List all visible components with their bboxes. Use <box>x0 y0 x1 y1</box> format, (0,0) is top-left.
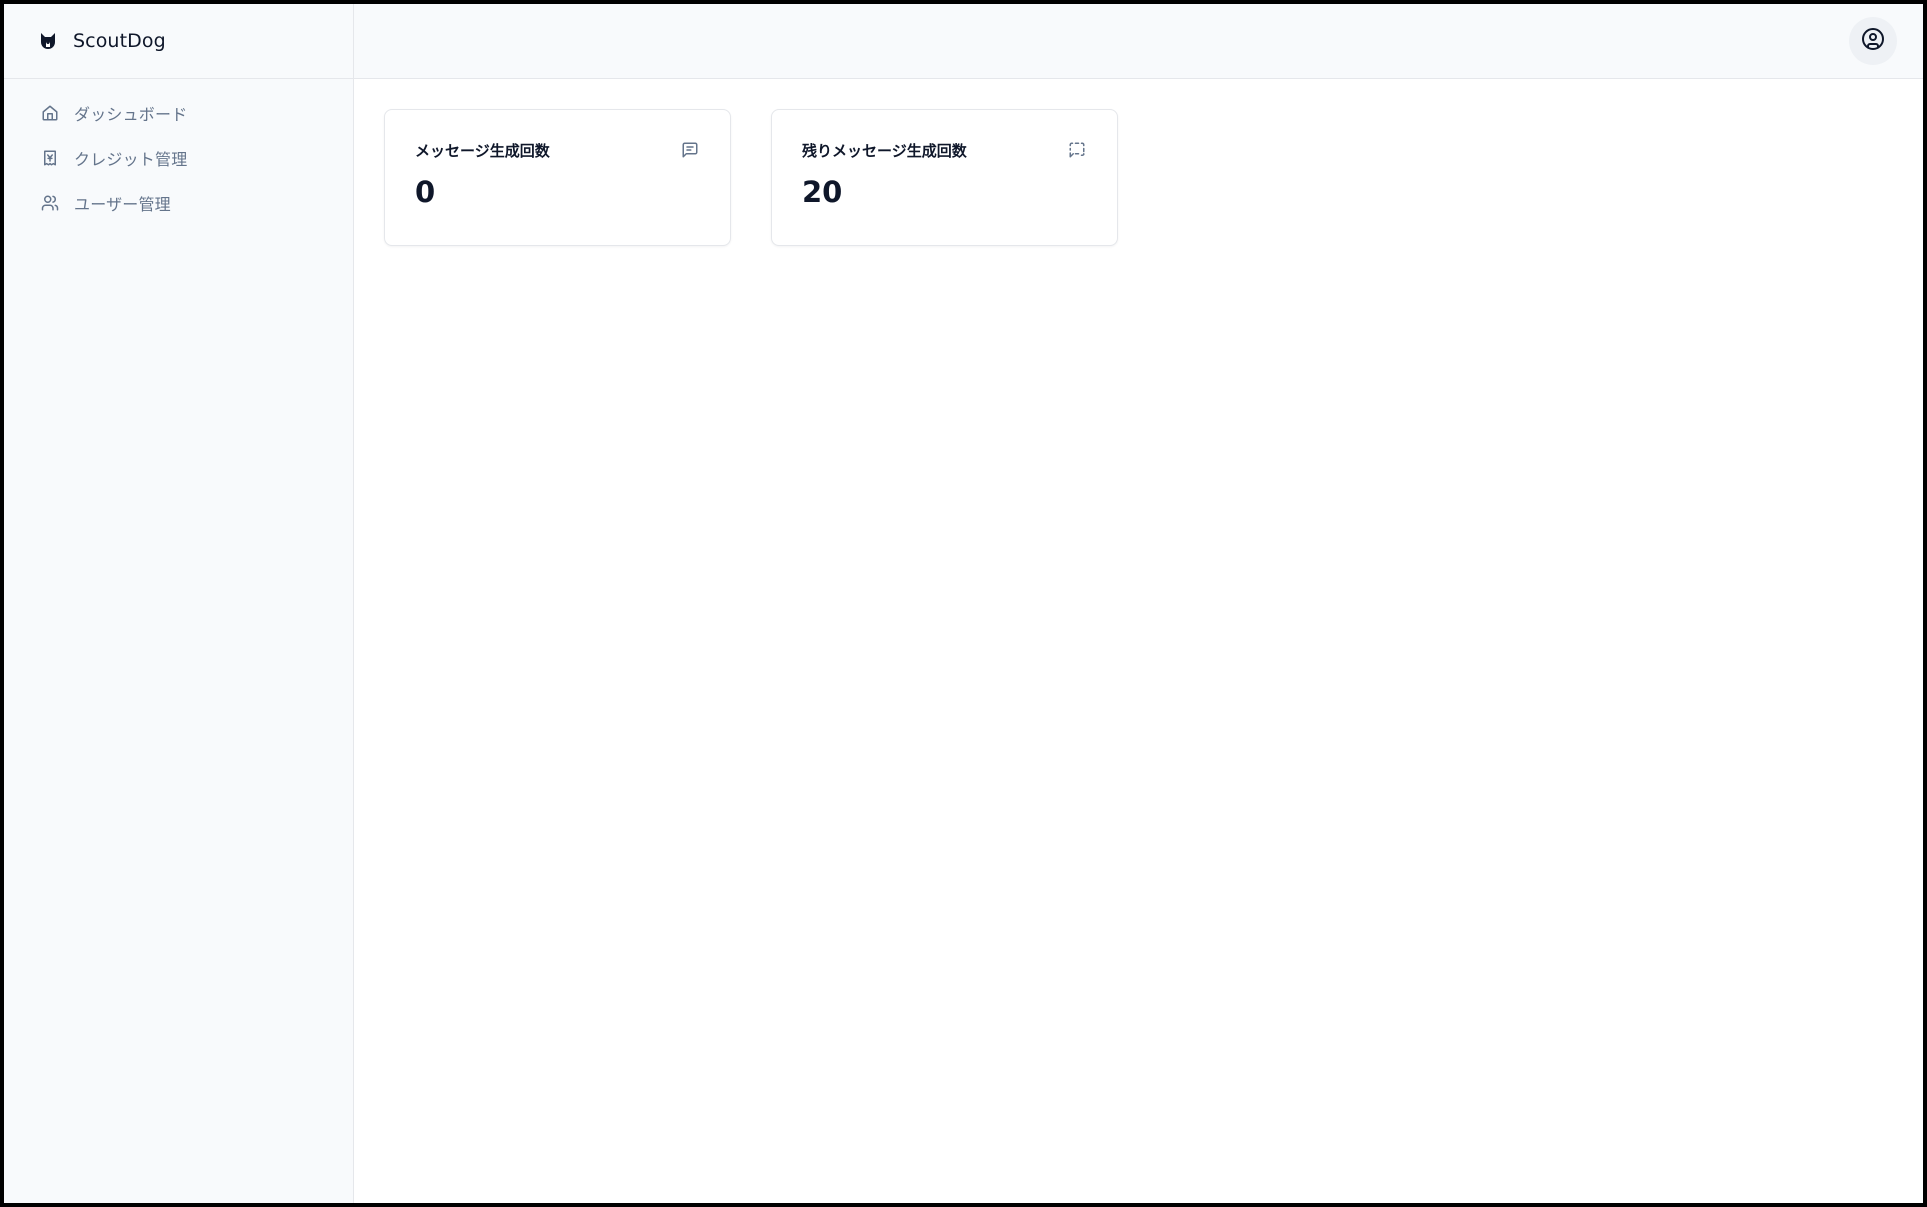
topbar <box>354 4 1923 79</box>
user-circle-icon <box>1861 27 1885 55</box>
dog-face-icon <box>37 30 59 52</box>
message-square-dashed-icon <box>1067 140 1087 160</box>
user-menu-button[interactable] <box>1849 17 1897 65</box>
stat-card-title: 残りメッセージ生成回数 <box>802 141 967 160</box>
sidebar-item-credits[interactable]: クレジット管理 <box>26 138 337 178</box>
sidebar: ScoutDog ダッシュボード クレジット管理 ユーザー管理 <box>4 4 354 1203</box>
brand[interactable]: ScoutDog <box>4 4 353 79</box>
message-square-text-icon <box>680 140 700 160</box>
stat-card-value: 20 <box>802 175 843 209</box>
stat-card-messages-generated: メッセージ生成回数 0 <box>384 109 731 246</box>
sidebar-item-label: ダッシュボード <box>74 105 188 124</box>
home-icon <box>40 103 60 123</box>
sidebar-item-label: ユーザー管理 <box>74 195 171 214</box>
sidebar-item-users[interactable]: ユーザー管理 <box>26 183 337 223</box>
dashboard-content: メッセージ生成回数 0 残りメッセージ生成回数 20 <box>354 79 1923 276</box>
sidebar-nav: ダッシュボード クレジット管理 ユーザー管理 <box>4 79 353 223</box>
main-area: メッセージ生成回数 0 残りメッセージ生成回数 20 <box>354 4 1923 1203</box>
stat-card-messages-remaining: 残りメッセージ生成回数 20 <box>771 109 1118 246</box>
users-icon <box>40 193 60 213</box>
app-window: ScoutDog ダッシュボード クレジット管理 ユーザー管理 メッセージ生成回… <box>4 4 1923 1203</box>
stat-card-value: 0 <box>415 175 436 209</box>
sidebar-item-dashboard[interactable]: ダッシュボード <box>26 93 337 133</box>
app-name: ScoutDog <box>73 30 166 52</box>
sidebar-item-label: クレジット管理 <box>74 150 188 169</box>
yen-receipt-icon <box>40 148 60 168</box>
stat-card-title: メッセージ生成回数 <box>415 141 550 160</box>
